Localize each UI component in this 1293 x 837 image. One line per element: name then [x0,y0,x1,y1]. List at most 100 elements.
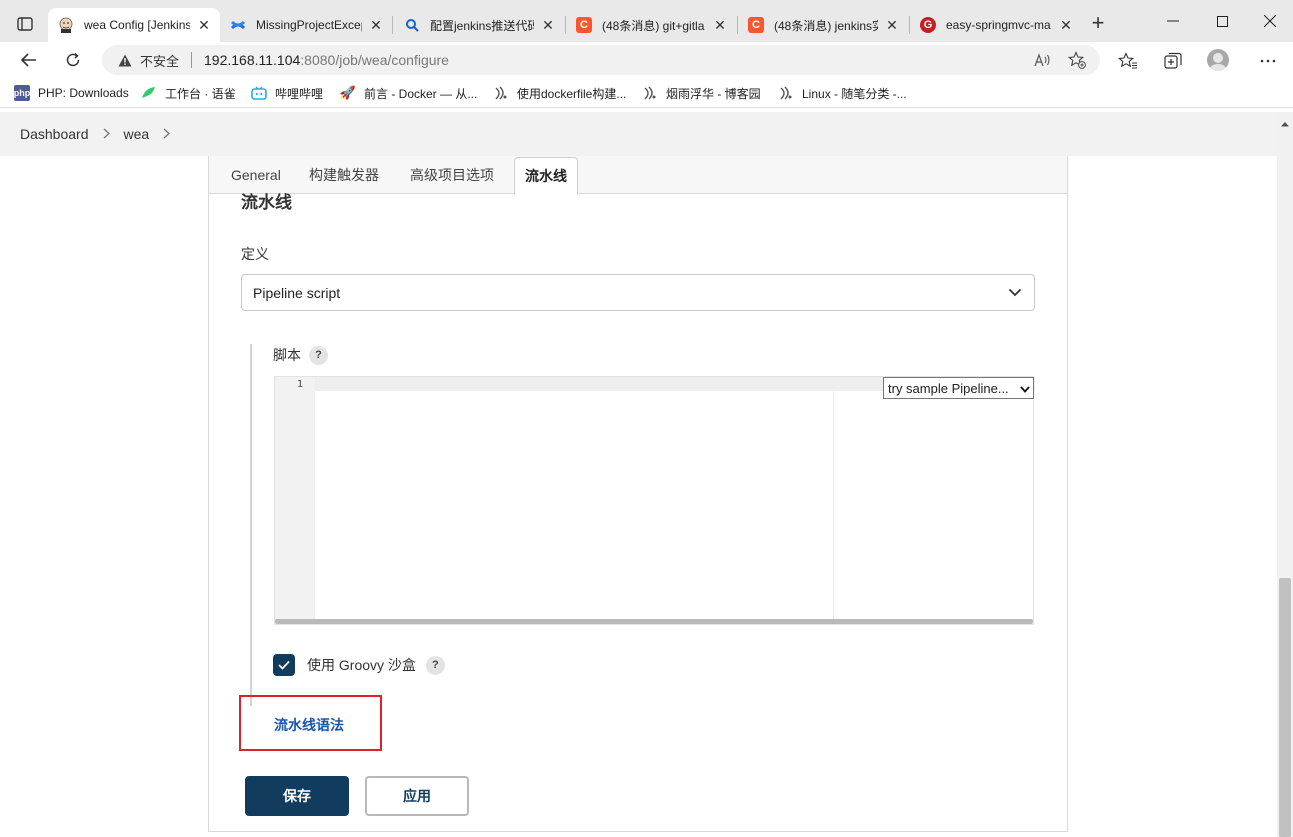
scroll-up-icon[interactable] [1280,116,1290,127]
address-bar[interactable]: 不安全 192.168.11.104:8080/job/wea/configur… [102,45,1100,75]
breadcrumb-dashboard[interactable]: Dashboard [20,126,89,142]
bookmark-label: 工作台 · 语雀 [165,86,236,101]
collections-icon[interactable] [1162,50,1184,72]
browser-tab-strip: wea Config [Jenkins] ✕ MissingProjectExc… [0,0,1293,42]
save-button[interactable]: 保存 [245,776,349,816]
chevron-right-icon[interactable] [103,127,110,142]
tab-title: wea Config [Jenkins] [84,18,190,32]
config-page: General 构建触发器 高级项目选项 流水线 流水线 定义 Pipeline… [0,156,1277,837]
csdn-icon: C [576,17,592,33]
sample-pipeline-select[interactable]: try sample Pipeline... [883,377,1034,399]
bookmark-yuque[interactable]: 工作台 · 语雀 [141,84,236,102]
close-icon[interactable]: ✕ [712,17,728,34]
page-scrollbar[interactable] [1277,112,1293,837]
script-editor[interactable]: 1 [274,376,1035,625]
bookmark-label: 使用dockerfile构建... [517,86,627,101]
bookmark-linux[interactable]: Linux - 随笔分类 -... [778,84,907,102]
editor-gutter: 1 [275,377,315,620]
tab-title: (48条消息) jenkins实 [774,18,878,33]
cnblogs-icon [642,85,658,101]
read-aloud-icon[interactable] [1032,50,1054,70]
browser-tab-1[interactable]: wea Config [Jenkins] ✕ [48,8,220,42]
sample-pipeline-value: try sample Pipeline... [888,380,1009,396]
definition-label: 定义 [241,246,269,262]
browser-tab-3[interactable]: 配置jenkins推送代码 ✕ [394,8,564,42]
help-icon[interactable]: ? [309,345,328,365]
browser-tab-2[interactable]: MissingProjectExcep ✕ [220,8,392,42]
help-icon[interactable]: ? [425,655,445,675]
script-label: 脚本 ? [273,345,328,365]
bookmark-label: 哔哩哔哩 [275,86,324,101]
favorites-icon[interactable] [1117,50,1139,72]
tab-actions-icon[interactable] [10,10,40,38]
add-favorite-icon[interactable] [1066,50,1088,70]
breadcrumb: Dashboard wea [0,112,1277,156]
close-icon[interactable]: ✕ [540,17,556,34]
browser-tab-4[interactable]: C (48条消息) git+gitla ✕ [566,8,736,42]
jenkins-icon [58,17,74,33]
new-tab-button[interactable]: + [1086,12,1110,36]
editor-scrollbar[interactable] [275,619,1033,624]
tab-advanced-options[interactable]: 高级项目选项 [410,156,494,194]
definition-select[interactable]: Pipeline script [241,274,1035,311]
apply-button[interactable]: 应用 [365,776,469,816]
config-panel: General 构建触发器 高级项目选项 流水线 流水线 定义 Pipeline… [208,156,1068,832]
config-tab-bar: General 构建触发器 高级项目选项 流水线 [209,156,1067,195]
tab-title: easy-springmvc-ma [946,18,1051,32]
bookmark-php-downloads[interactable]: php PHP: Downloads [14,84,129,102]
chevron-right-icon[interactable] [163,127,171,142]
bookmarks-bar: php PHP: Downloads 工作台 · 语雀 哔哩哔哩 🚀 前言 - … [0,78,1293,108]
line-number: 1 [296,379,303,390]
bookmark-yanyu[interactable]: 烟雨浮华 - 博客园 [642,84,761,102]
php-icon: php [14,85,30,101]
groovy-sandbox-checkbox[interactable] [273,654,295,676]
script-label-text: 脚本 [273,347,301,363]
bookmark-label: Linux - 随笔分类 -... [802,86,907,101]
breadcrumb-job[interactable]: wea [124,126,150,142]
section-title: 流水线 [241,193,292,212]
bookmark-label: 前言 - Docker — 从... [364,86,478,101]
security-status[interactable]: 不安全 [140,51,179,70]
refresh-button[interactable] [58,46,88,74]
url-path: :8080/job/wea/configure [300,52,449,68]
back-button[interactable] [14,46,44,74]
bookmark-docker[interactable]: 🚀 前言 - Docker — 从... [340,84,477,102]
cnblogs-icon [778,85,794,101]
more-options-icon[interactable] [1257,50,1279,72]
csdn-icon: C [748,17,764,33]
url-host: 192.168.11.104 [204,52,301,68]
chevron-down-icon [1020,382,1030,393]
tab-separator [392,16,393,34]
close-icon[interactable]: ✕ [884,17,900,34]
bookmark-dockerfile[interactable]: 使用dockerfile构建... [493,84,626,102]
close-window-button[interactable] [1247,8,1293,34]
close-icon[interactable]: ✕ [368,17,384,34]
warning-icon[interactable] [118,53,132,67]
bookmark-bilibili[interactable]: 哔哩哔哩 [251,84,323,102]
search-icon [404,17,420,33]
definition-value: Pipeline script [253,284,341,301]
chevron-down-icon [1008,285,1022,299]
groovy-sandbox-row: 使用 Groovy 沙盒 ? [273,654,445,676]
yuque-icon [141,85,157,101]
close-icon[interactable]: ✕ [1058,17,1074,34]
browser-tab-5[interactable]: C (48条消息) jenkins实 ✕ [738,8,908,42]
rocket-icon: 🚀 [339,85,357,100]
groovy-sandbox-label[interactable]: 使用 Groovy 沙盒 [307,655,416,675]
tab-pipeline[interactable]: 流水线 [514,157,578,195]
browser-toolbar: 不安全 192.168.11.104:8080/job/wea/configur… [0,42,1293,78]
close-icon[interactable]: ✕ [196,17,212,34]
bookmark-label: PHP: Downloads [38,86,129,100]
browser-tab-6[interactable]: G easy-springmvc-ma ✕ [910,8,1082,42]
pipeline-syntax-link[interactable]: 流水线语法 [274,715,344,735]
maximize-button[interactable] [1199,8,1245,34]
editor-print-margin [833,391,834,620]
scrollbar-thumb[interactable] [1279,578,1291,837]
bookmark-label: 烟雨浮华 - 博客园 [666,86,761,101]
minimize-button[interactable] [1150,8,1196,34]
gitee-icon: G [920,17,936,33]
profile-avatar[interactable] [1207,49,1229,71]
cnblogs-icon [493,85,509,101]
tab-build-triggers[interactable]: 构建触发器 [309,156,379,194]
url-text[interactable]: 192.168.11.104:8080/job/wea/configure [204,52,449,68]
